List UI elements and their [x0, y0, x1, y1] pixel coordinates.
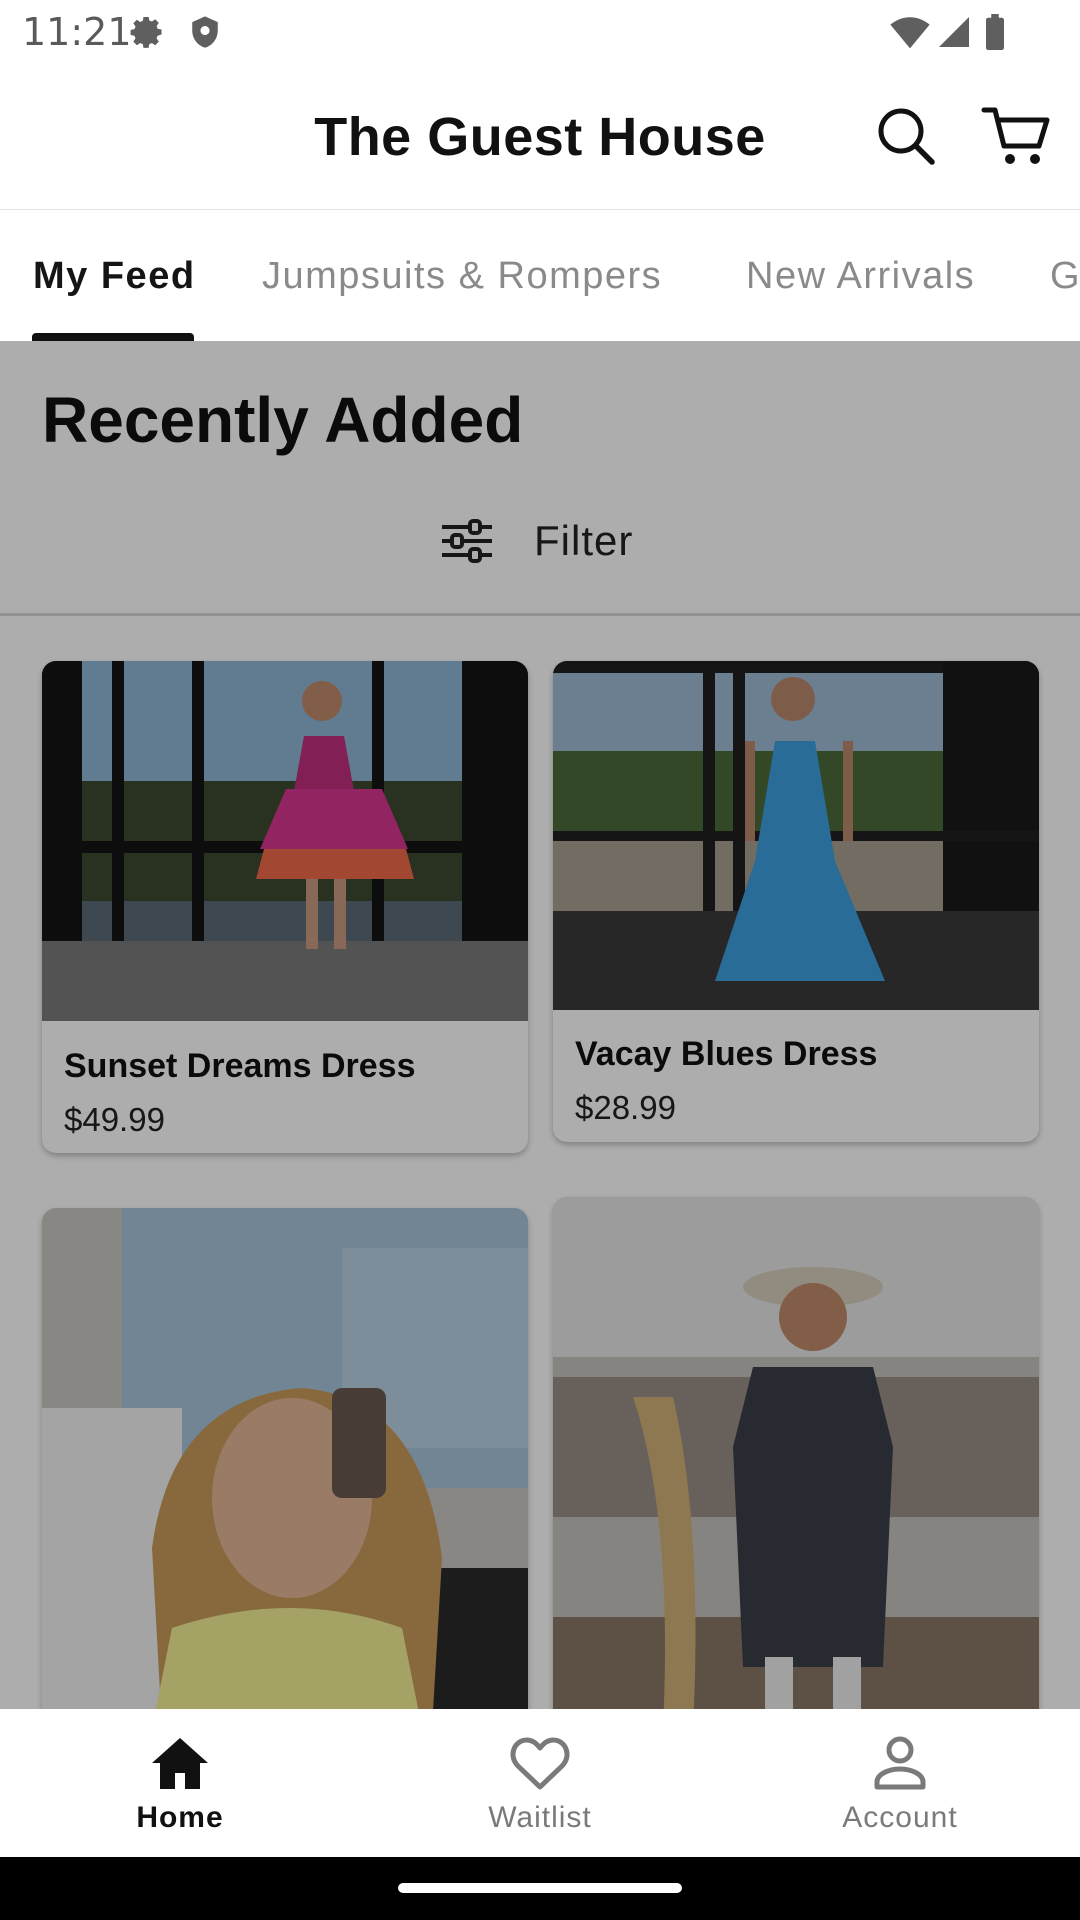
top-accent: [155, 1608, 419, 1709]
filter-button[interactable]: Filter: [430, 511, 670, 571]
search-icon: [878, 108, 935, 165]
tab-jumpsuits-rompers[interactable]: Jumpsuits & Rompers: [262, 255, 662, 298]
wifi-icon: [890, 14, 930, 55]
status-bar: 11:21: [0, 0, 1080, 64]
tab-my-feed[interactable]: My Feed: [33, 255, 196, 298]
home-icon: [152, 1738, 208, 1789]
section-title: Recently Added: [42, 384, 524, 456]
product-image: [42, 661, 528, 1021]
product-image: [42, 1208, 528, 1709]
system-gesture-bar: [0, 1857, 1080, 1920]
tab-more[interactable]: G: [1050, 255, 1080, 298]
tab-new-arrivals[interactable]: New Arrivals: [746, 255, 975, 298]
filter-sliders-icon: [442, 519, 492, 563]
heart-icon: [510, 1737, 570, 1790]
signal-icon: [936, 14, 972, 55]
filter-label: Filter: [534, 517, 634, 564]
app-header: The Guest House: [0, 64, 1080, 210]
nav-account[interactable]: Account: [780, 1709, 1020, 1857]
battery-icon: [984, 14, 1006, 55]
shield-icon: [188, 14, 222, 55]
product-name: Sunset Dreams Dress: [64, 1047, 416, 1085]
product-price: $28.99: [575, 1089, 676, 1126]
feed-content: Recently Added Filter Sunset Dreams Dres…: [0, 341, 1080, 1709]
nav-waitlist[interactable]: Waitlist: [420, 1709, 660, 1857]
cart-button[interactable]: [980, 104, 1052, 168]
product-image: [553, 661, 1039, 1010]
product-card[interactable]: [42, 1208, 528, 1709]
product-card[interactable]: Sunset Dreams Dress $49.99: [42, 661, 528, 1153]
bottom-nav: Home Waitlist Account: [0, 1709, 1080, 1857]
product-price: $49.99: [64, 1101, 165, 1138]
section-divider: [0, 613, 1080, 616]
settings-gear-icon: [130, 14, 166, 55]
product-name: Vacay Blues Dress: [575, 1035, 878, 1073]
search-button[interactable]: [874, 104, 938, 168]
nav-waitlist-label: Waitlist: [488, 1801, 592, 1834]
product-image: [553, 1197, 1039, 1709]
nav-home-label: Home: [136, 1801, 224, 1834]
product-card[interactable]: [553, 1197, 1039, 1709]
dress-accent: [260, 789, 408, 849]
nav-account-label: Account: [842, 1801, 958, 1834]
status-time: 11:21: [22, 10, 132, 54]
cart-icon: [981, 107, 1050, 164]
category-tabs: My Feed Jumpsuits & Rompers New Arrivals…: [0, 211, 1080, 341]
tab-indicator: [32, 333, 194, 341]
nav-home[interactable]: Home: [60, 1709, 300, 1857]
person-icon: [874, 1736, 926, 1790]
product-card[interactable]: Vacay Blues Dress $28.99: [553, 661, 1039, 1142]
dress-accent: [733, 1367, 893, 1667]
home-gesture-handle[interactable]: [398, 1883, 682, 1893]
